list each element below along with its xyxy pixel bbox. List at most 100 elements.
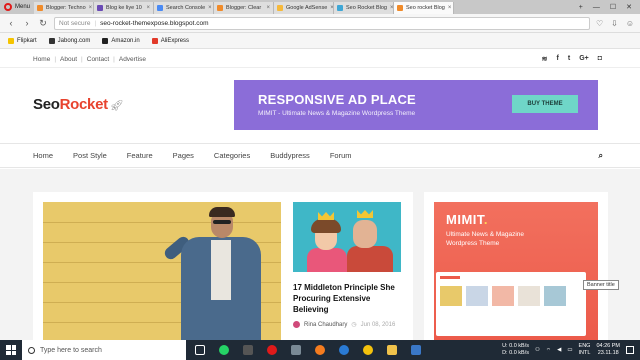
close-window-icon[interactable]: ✕ <box>626 3 632 11</box>
network-speed-readout: U: 0.0 kB/s D: 0.0 kB/s <box>502 343 529 357</box>
chrome-icon[interactable] <box>358 342 377 358</box>
photos-icon[interactable] <box>406 342 425 358</box>
tab-label: Blogger: Techno <box>46 5 86 11</box>
buy-theme-button[interactable]: BUY THEME <box>512 95 578 113</box>
tab-3[interactable]: Search Console × <box>154 2 214 14</box>
task-view-icon[interactable] <box>190 342 209 358</box>
divider: | <box>113 56 115 63</box>
tab-label: Blog ke liye 10 <box>106 5 142 11</box>
bookmarks-bar: Flipkart Jabong.com Amazon.in AliExpress <box>0 33 640 49</box>
window-controls: + — ☐ ✕ <box>579 0 640 14</box>
tab-7-active[interactable]: Seo rocket Blog × <box>394 2 454 14</box>
close-icon[interactable]: × <box>89 5 93 11</box>
nav-post-style[interactable]: Post Style <box>73 151 107 160</box>
search-console-icon <box>157 5 163 11</box>
extension-icon[interactable]: ☺ <box>626 19 634 28</box>
close-icon[interactable]: × <box>208 5 212 11</box>
author-name[interactable]: Rina Chaudhary <box>304 322 347 328</box>
forward-icon[interactable]: › <box>22 18 32 28</box>
bookmark-label: AliExpress <box>160 37 190 44</box>
download-icon[interactable]: ⇩ <box>611 19 618 28</box>
upload-label: U: <box>502 343 508 349</box>
people-icon[interactable]: ⚇ <box>535 347 540 353</box>
start-button[interactable] <box>0 340 22 360</box>
nav-home[interactable]: Home <box>33 151 53 160</box>
post-card-image[interactable] <box>293 202 401 272</box>
nav-categories[interactable]: Categories <box>214 151 250 160</box>
divider: | <box>81 56 83 63</box>
clock-date: 23.11.18 <box>597 350 619 356</box>
back-icon[interactable]: ‹ <box>6 18 16 28</box>
sidebar-promo-banner[interactable]: MIMIT. Ultimate News & Magazine Wordpres… <box>434 202 598 342</box>
close-icon[interactable]: × <box>448 5 452 11</box>
search-icon[interactable]: ⌕ <box>599 151 603 161</box>
logo-part-seo: Seo <box>33 96 60 113</box>
tab-2[interactable]: Blog ke liye 10 × <box>94 2 154 14</box>
volume-icon[interactable]: ◀ <box>557 347 561 353</box>
maximize-icon[interactable]: ☐ <box>610 3 616 11</box>
nav-feature[interactable]: Feature <box>127 151 153 160</box>
nav-buddypress[interactable]: Buddypress <box>270 151 310 160</box>
top-link-about[interactable]: About <box>60 56 77 63</box>
taskbar-search-box[interactable]: Type here to search <box>22 340 186 360</box>
heart-icon[interactable]: ♡ <box>596 19 603 28</box>
divider: | <box>54 56 57 63</box>
facebook-icon[interactable]: f <box>557 55 559 63</box>
site-logo[interactable]: SeoRocket 🚀︎ <box>33 96 124 113</box>
bookmark-jabong[interactable]: Jabong.com <box>48 37 91 44</box>
url-text[interactable]: seo-rocket-themexpose.blogspot.com <box>100 20 208 27</box>
amazon-icon <box>102 37 109 44</box>
nav-forum[interactable]: Forum <box>330 151 352 160</box>
tab-label: Seo rocket Blog <box>406 5 445 11</box>
clock[interactable]: 04:26 PM 23.11.18 <box>596 343 620 357</box>
firefox-dev-icon[interactable] <box>334 342 353 358</box>
battery-icon[interactable]: ▭ <box>567 347 572 353</box>
nav-pages[interactable]: Pages <box>173 151 194 160</box>
hero-post-image[interactable] <box>43 202 281 342</box>
tab-4[interactable]: Blogger: Clear × <box>214 2 274 14</box>
tab-6[interactable]: Seo Rocket Blog × <box>334 2 394 14</box>
main-navigation: Home Post Style Feature Pages Categories… <box>0 144 640 168</box>
whatsapp-icon[interactable] <box>214 342 233 358</box>
bookmark-aliexpress[interactable]: AliExpress <box>151 37 190 44</box>
browser-tab-bar: Menu Blogger: Techno × Blog ke liye 10 × S… <box>0 0 640 14</box>
close-icon[interactable]: × <box>390 5 393 11</box>
top-link-contact[interactable]: Contact <box>87 56 109 63</box>
bookmark-label: Jabong.com <box>57 37 91 44</box>
pinned-apps <box>190 342 425 358</box>
close-icon[interactable]: × <box>266 5 270 11</box>
tab-5[interactable]: Google AdSense × <box>274 2 334 14</box>
instagram-icon[interactable]: ◘ <box>598 55 602 63</box>
promo-title-dot: . <box>483 212 489 227</box>
menu-label: Menu <box>15 4 31 10</box>
game-icon[interactable] <box>286 342 305 358</box>
post-card[interactable]: 17 Middleton Principle She Procuring Ext… <box>293 202 403 328</box>
language-indicator[interactable]: ENG INTL <box>579 343 591 357</box>
close-icon[interactable]: × <box>146 5 150 11</box>
wifi-icon[interactable]: ⌔ <box>546 347 551 354</box>
ad-banner[interactable]: RESPONSIVE AD PLACE MIMIT - Ultimate New… <box>234 80 598 130</box>
opera-icon[interactable] <box>262 342 281 358</box>
tab-1[interactable]: Blogger: Techno × <box>34 2 94 14</box>
top-link-advertise[interactable]: Advertise <box>119 56 146 63</box>
notification-icon[interactable] <box>626 346 634 354</box>
rss-icon[interactable]: ≋ <box>542 55 548 63</box>
twitter-icon[interactable]: t <box>568 55 570 63</box>
opera-menu-button[interactable]: Menu <box>0 0 34 14</box>
media-player-icon[interactable] <box>238 342 257 358</box>
post-title[interactable]: 17 Middleton Principle She Procuring Ext… <box>293 282 403 315</box>
new-tab-icon[interactable]: + <box>579 4 583 11</box>
reload-icon[interactable]: ↻ <box>38 18 48 29</box>
minimize-icon[interactable]: — <box>593 4 600 11</box>
top-link-home[interactable]: Home <box>33 56 50 63</box>
wall-line <box>43 222 281 223</box>
not-secure-label[interactable]: Not secure <box>59 20 90 27</box>
file-explorer-icon[interactable] <box>382 342 401 358</box>
address-field[interactable]: Not secure | seo-rocket-themexpose.blogs… <box>54 16 590 30</box>
promo-title: MIMIT. <box>446 212 488 227</box>
divider: | <box>94 19 97 27</box>
bookmark-flipkart[interactable]: Flipkart <box>8 37 37 44</box>
google-plus-icon[interactable]: G+ <box>579 55 589 63</box>
bookmark-amazon[interactable]: Amazon.in <box>102 37 140 44</box>
firefox-icon[interactable] <box>310 342 329 358</box>
